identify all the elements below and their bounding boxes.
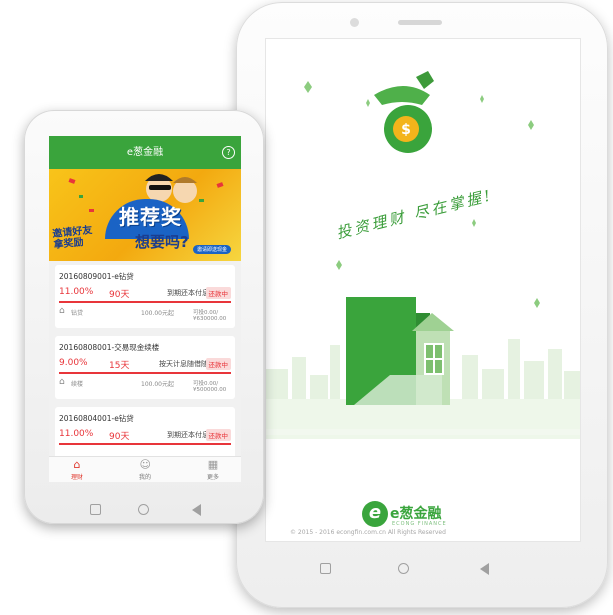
status-badge: 还款中 xyxy=(205,358,231,370)
recent-apps-icon[interactable] xyxy=(90,504,101,515)
product-title: 20160809001-e钻贷 xyxy=(59,272,134,281)
home-button-icon[interactable] xyxy=(398,563,409,574)
tab-label: 理财 xyxy=(70,474,83,481)
earpiece-speaker xyxy=(398,20,442,25)
help-icon[interactable]: ? xyxy=(222,146,235,159)
product-rate: 11.00% xyxy=(59,429,94,439)
house-icon: ⌂ xyxy=(59,377,65,387)
product-term: 15天 xyxy=(109,361,130,371)
status-badge: 还款中 xyxy=(205,287,231,299)
product-list: 20160809001-e钻贷 11.00% 90天 到期还本付息 还款中 ⌂ … xyxy=(49,265,241,478)
product-title: 20160808001-交易现金续楼 xyxy=(59,343,160,352)
app-header: e葱金融 ? xyxy=(49,136,241,169)
list-item[interactable]: 20160809001-e钻贷 11.00% 90天 到期还本付息 还款中 ⌂ … xyxy=(55,265,235,328)
min-investment: 100.00元起 xyxy=(141,310,174,317)
available-amount: 可投0.00/¥630000.00 xyxy=(193,310,227,322)
product-repayment: 到期还本付息 xyxy=(167,289,209,297)
sparkle-icon xyxy=(304,81,312,93)
list-screen: e葱金融 ? 推荐奖 邀请好友 拿奖励 想要吗? 邀请即送现金 201608090… xyxy=(49,136,241,482)
progress-fill xyxy=(59,372,231,374)
sparkle-icon xyxy=(480,95,484,103)
tab-licai[interactable]: ⌂ 理财 xyxy=(57,459,97,481)
progress-fill xyxy=(59,301,231,303)
user-icon: ☺ xyxy=(139,458,151,471)
app-logo: e e葱金融 ECONG FINANCE xyxy=(362,501,502,531)
product-type: 续楼 xyxy=(71,381,84,388)
logo-e-icon: e xyxy=(362,501,388,527)
product-repayment: 到期还本付息 xyxy=(167,431,209,439)
status-badge: 还款中 xyxy=(205,429,231,441)
product-term: 90天 xyxy=(109,290,130,300)
product-term: 90天 xyxy=(109,432,130,442)
splash-phone: $ 投资理财 尽在掌握! e e葱金融 ECONG FINANCE © 2015… xyxy=(236,2,608,608)
splash-illustration: $ xyxy=(266,71,580,439)
logo-name: e葱金融 xyxy=(390,506,442,522)
list-phone: e葱金融 ? 推荐奖 邀请好友 拿奖励 想要吗? 邀请即送现金 201608090… xyxy=(24,110,264,524)
building-illustration xyxy=(346,297,454,405)
progress-fill xyxy=(59,443,231,445)
sparkle-icon xyxy=(534,298,540,308)
tab-label: 我的 xyxy=(138,474,151,481)
home-button-icon[interactable] xyxy=(138,504,149,515)
money-bag-icon: $ xyxy=(374,71,434,153)
splash-screen: $ 投资理财 尽在掌握! e e葱金融 ECONG FINANCE © 2015… xyxy=(265,38,581,542)
promo-banner[interactable]: 推荐奖 邀请好友 拿奖励 想要吗? 邀请即送现金 xyxy=(49,169,241,261)
logo-subtitle: ECONG FINANCE xyxy=(392,521,447,527)
banner-pill: 邀请即送现金 xyxy=(193,245,232,254)
hardware-nav-bar xyxy=(236,554,608,584)
svg-text:$: $ xyxy=(401,122,411,138)
product-title: 20160804001-e钻贷 xyxy=(59,414,134,423)
copyright-text: © 2015 - 2016 econgfin.com.cn All Rights… xyxy=(290,529,446,536)
min-investment: 100.00元起 xyxy=(141,381,174,388)
product-type: 钻贷 xyxy=(71,310,84,317)
tab-gengduo[interactable]: ▦ 更多 xyxy=(193,459,233,481)
banner-headline: 推荐奖 xyxy=(119,205,182,229)
available-amount: 可投0.00/¥500000.00 xyxy=(193,381,227,393)
sparkle-icon xyxy=(472,219,476,227)
bottom-tab-bar: ⌂ 理财 ☺ 我的 ▦ 更多 xyxy=(49,456,241,482)
back-icon[interactable] xyxy=(480,563,489,575)
front-camera xyxy=(350,18,359,27)
back-icon[interactable] xyxy=(192,504,201,516)
home-icon: ⌂ xyxy=(73,458,81,471)
product-rate: 9.00% xyxy=(59,358,88,368)
tab-label: 更多 xyxy=(206,474,219,481)
list-item[interactable]: 20160808001-交易现金续楼 9.00% 15天 按天计息随借随还 还款… xyxy=(55,336,235,399)
house-icon: ⌂ xyxy=(59,306,65,316)
sparkle-icon xyxy=(336,260,342,270)
recent-apps-icon[interactable] xyxy=(320,563,331,574)
sparkle-icon xyxy=(528,120,534,130)
banner-question: 想要吗? xyxy=(135,233,189,251)
grid-icon: ▦ xyxy=(207,458,219,471)
hardware-nav-bar xyxy=(24,500,264,524)
banner-invite-text: 邀请好友 拿奖励 xyxy=(51,224,93,252)
product-rate: 11.00% xyxy=(59,287,94,297)
app-title: e葱金融 xyxy=(126,147,164,158)
sparkle-icon xyxy=(366,99,370,107)
tab-wode[interactable]: ☺ 我的 xyxy=(125,459,165,481)
